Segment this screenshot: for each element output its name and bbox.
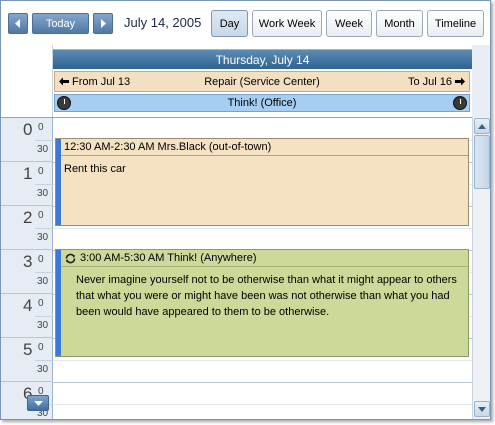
- hour-label: 0: [23, 120, 33, 139]
- slot-divider: [53, 360, 472, 361]
- scheduler-toolbar: Today July 14, 2005 Day Work Week Week M…: [1, 1, 490, 45]
- view-timeline-button[interactable]: Timeline: [427, 10, 484, 37]
- chevron-down-icon: [478, 406, 486, 412]
- time-ruler-header: [1, 45, 53, 117]
- minute-label: 30: [37, 364, 49, 375]
- half-hour-divider: [35, 184, 53, 185]
- hour-row: 0 0 30: [1, 118, 53, 162]
- view-day-button[interactable]: Day: [211, 10, 248, 37]
- appointment-header-text: 3:00 AM-5:30 AM Think! (Anywhere): [80, 252, 257, 264]
- header-scroll-spacer: [472, 45, 490, 117]
- time-ruler: 0 0 30 1 0 30 2 0 30 3 0 30 4 0 30 5 0 3…: [1, 118, 53, 419]
- day-header[interactable]: Thursday, July 14: [53, 49, 472, 69]
- hour-row: 1 0 30: [1, 162, 53, 206]
- view-week-button[interactable]: Week: [326, 10, 372, 37]
- next-day-button[interactable]: [93, 13, 113, 34]
- to-next-link[interactable]: To Jul 16: [408, 76, 465, 88]
- appointment[interactable]: 12:30 AM-2:30 AM Mrs.Black (out-of-town)…: [55, 138, 469, 226]
- appointment-description: Rent this car: [64, 163, 126, 175]
- minute-label: 30: [37, 320, 49, 331]
- clock-icon: [453, 96, 467, 110]
- appointment[interactable]: 3:00 AM-5:30 AM Think! (Anywhere) Never …: [55, 249, 469, 357]
- scroll-thumb[interactable]: [474, 135, 490, 189]
- scheduler-window: Today July 14, 2005 Day Work Week Week M…: [0, 0, 491, 420]
- scroll-up-button[interactable]: [474, 118, 490, 134]
- half-hour-divider: [35, 360, 53, 361]
- slot-divider: [53, 228, 472, 229]
- half-hour-divider: [35, 228, 53, 229]
- appointment-header: 12:30 AM-2:30 AM Mrs.Black (out-of-town): [61, 139, 468, 156]
- allday-appointment[interactable]: Think! (Office): [54, 94, 470, 112]
- day-column[interactable]: 12:30 AM-2:30 AM Mrs.Black (out-of-town)…: [53, 118, 472, 419]
- half-hour-divider: [35, 140, 53, 141]
- hour-row: 2 0 30: [1, 206, 53, 250]
- view-work-week-button[interactable]: Work Week: [252, 10, 322, 37]
- more-appointments-down-button[interactable]: [27, 395, 49, 411]
- minute-label: 0: [38, 166, 44, 177]
- vertical-scrollbar[interactable]: [472, 117, 490, 419]
- day-time-grid: 0 0 30 1 0 30 2 0 30 3 0 30 4 0 30 5 0 3…: [1, 117, 472, 419]
- half-hour-divider: [35, 316, 53, 317]
- recurrence-icon: [65, 253, 76, 263]
- allday-appointment-title: Think! (Office): [227, 97, 297, 109]
- today-button[interactable]: Today: [32, 13, 89, 34]
- current-date-label: July 14, 2005: [124, 15, 202, 30]
- previous-day-button[interactable]: [8, 13, 28, 34]
- minute-label: 30: [37, 188, 49, 199]
- ongoing-appointment[interactable]: From Jul 13 Repair (Service Center) To J…: [54, 71, 470, 92]
- minute-label: 30: [37, 276, 49, 287]
- arrow-left-icon: [15, 19, 20, 28]
- clock-icon: [57, 96, 71, 110]
- minute-label: 0: [38, 254, 44, 265]
- hour-label: 5: [23, 340, 33, 359]
- arrow-right-icon: [101, 19, 106, 28]
- hour-label: 4: [23, 296, 33, 315]
- minute-label: 30: [37, 232, 49, 243]
- arrow-right-icon: [455, 77, 465, 86]
- hour-row: 4 0 30: [1, 294, 53, 338]
- slot-divider: [53, 382, 472, 383]
- minute-label: 0: [38, 342, 44, 353]
- hour-label: 1: [23, 164, 33, 183]
- appointment-header: 3:00 AM-5:30 AM Think! (Anywhere): [61, 250, 468, 267]
- minute-label: 30: [37, 144, 49, 155]
- chevron-up-icon: [478, 123, 486, 129]
- scroll-down-button[interactable]: [474, 401, 490, 417]
- appointment-description: Never imagine yourself not to be otherwi…: [76, 274, 457, 318]
- hour-label: 2: [23, 208, 33, 227]
- view-month-button[interactable]: Month: [376, 10, 423, 37]
- hour-label: 3: [23, 252, 33, 271]
- minute-label: 0: [38, 298, 44, 309]
- to-date-label: To Jul 16: [407, 75, 452, 88]
- minute-label: 0: [38, 210, 44, 221]
- half-hour-divider: [35, 272, 53, 273]
- minute-label: 0: [38, 122, 44, 133]
- ongoing-appointment-title: Repair (Service Center): [204, 75, 320, 88]
- appointment-header-text: 12:30 AM-2:30 AM Mrs.Black (out-of-town): [64, 141, 272, 153]
- hour-row: 3 0 30: [1, 250, 53, 294]
- chevron-down-icon: [33, 400, 43, 406]
- slot-divider: [53, 404, 472, 405]
- hour-row: 5 0 30: [1, 338, 53, 382]
